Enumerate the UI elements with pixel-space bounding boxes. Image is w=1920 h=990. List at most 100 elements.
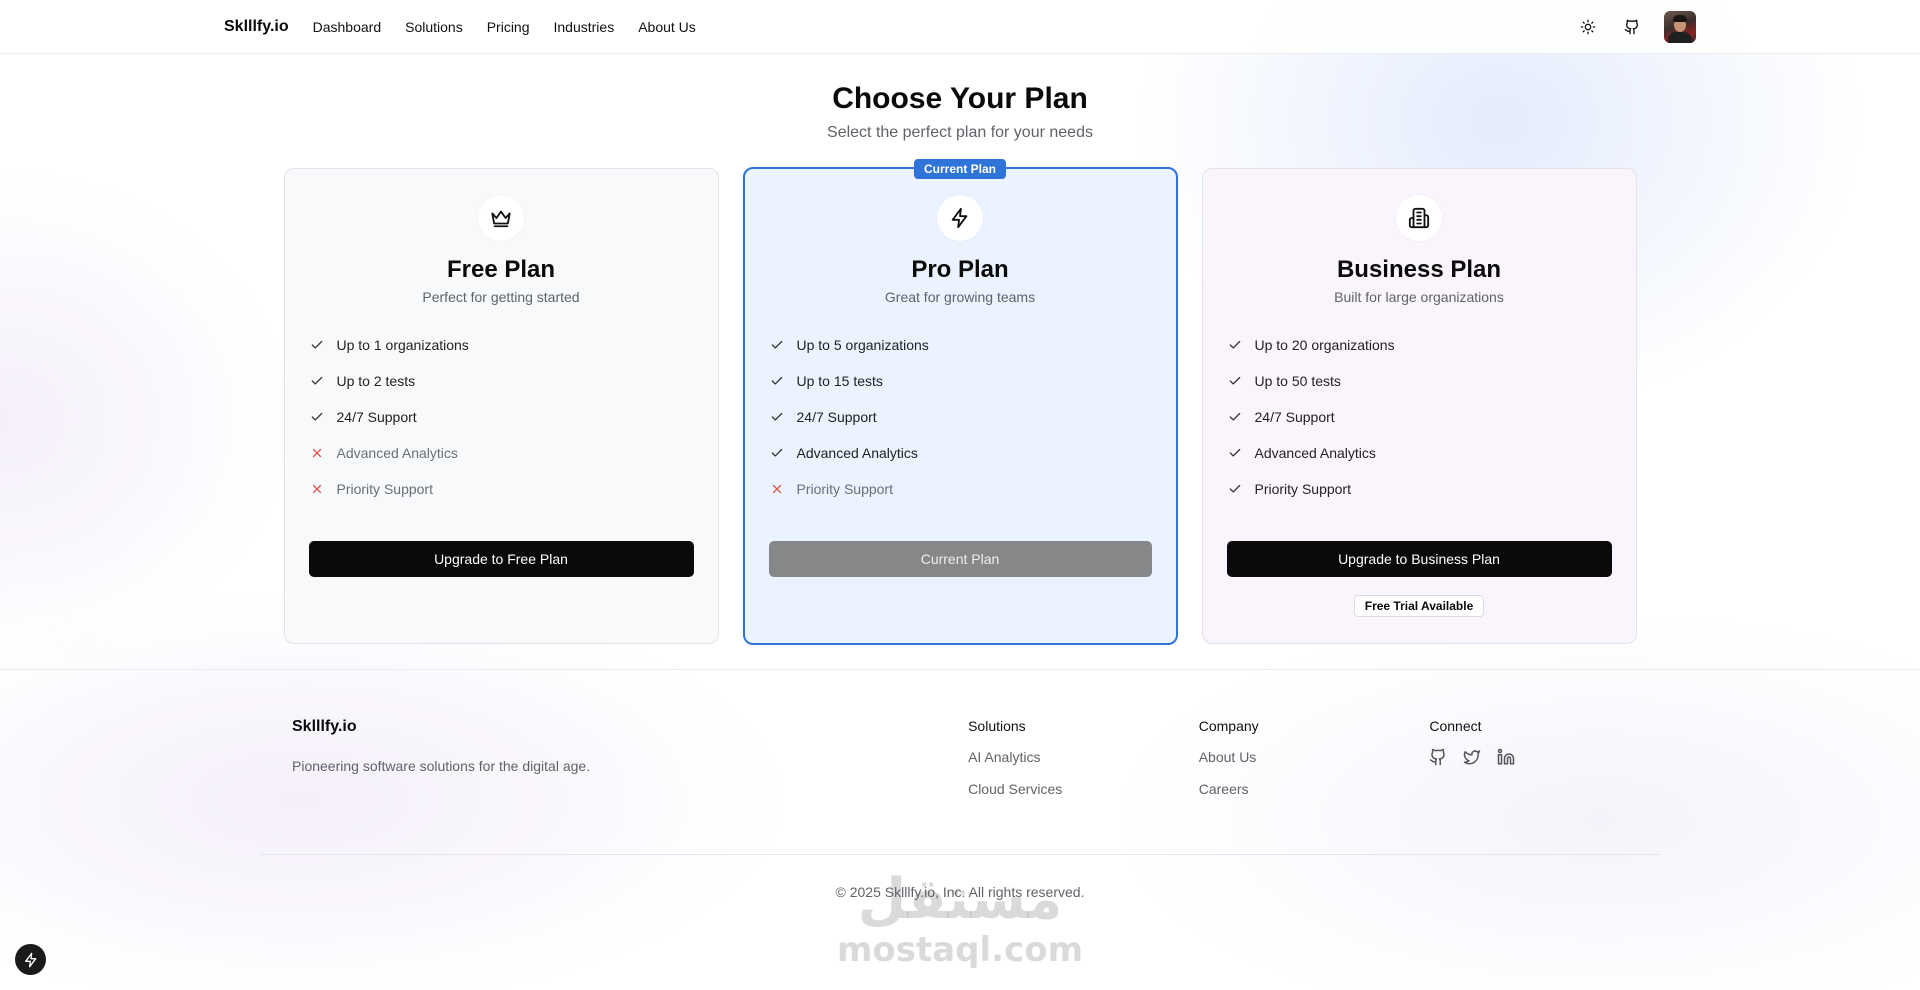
sun-icon[interactable] xyxy=(1576,15,1600,39)
lightning-fab-button[interactable] xyxy=(15,944,46,975)
page-subtitle: Select the perfect plan for your needs xyxy=(827,124,1093,141)
footer-link-cloud-services[interactable]: Cloud Services xyxy=(968,781,1199,797)
footer-columns: Sklllfy.io Pioneering software solutions… xyxy=(292,670,1660,797)
feature-label: Priority Support xyxy=(336,481,433,497)
plan-card-business: Business Plan Built for large organizati… xyxy=(1201,168,1637,644)
check-icon xyxy=(769,409,785,425)
footer-company-column: Company About Us Careers xyxy=(1199,718,1430,797)
top-navbar: Sklllfy.io Dashboard Solutions Pricing I… xyxy=(0,0,1920,54)
avatar[interactable] xyxy=(1664,10,1696,43)
feature-label: Up to 20 organizations xyxy=(1254,337,1395,353)
feature-list: Up to 1 organizations Up to 2 tests 24/7… xyxy=(309,327,694,507)
nav-right xyxy=(1576,10,1696,43)
plan-name: Business Plan xyxy=(1336,256,1502,283)
site-footer: Sklllfy.io Pioneering software solutions… xyxy=(0,669,1920,989)
github-icon[interactable] xyxy=(1620,15,1644,39)
feature-label: Up to 5 organizations xyxy=(796,337,929,353)
social-links xyxy=(1429,748,1660,771)
nav-left: Sklllfy.io Dashboard Solutions Pricing I… xyxy=(224,18,720,36)
check-icon xyxy=(1227,337,1243,353)
feature-list: Up to 5 organizations Up to 15 tests 24/… xyxy=(769,327,1152,507)
feature-label: Up to 50 tests xyxy=(1254,373,1341,389)
page-title: Choose Your Plan xyxy=(832,82,1088,115)
check-icon xyxy=(1227,445,1243,461)
plan-description: Great for growing teams xyxy=(884,289,1036,305)
nav-solutions[interactable]: Solutions xyxy=(405,19,463,35)
footer-company-heading: Company xyxy=(1198,718,1259,734)
footer-connect-column: Connect xyxy=(1429,718,1660,797)
footer-solutions-heading: Solutions xyxy=(968,718,1026,734)
feature-item: Up to 5 organizations xyxy=(769,327,1152,363)
plan-card-pro: Current Plan Pro Plan Great for growing … xyxy=(742,159,1178,645)
feature-item: Advanced Analytics xyxy=(1227,435,1612,471)
nav-about-us[interactable]: About Us xyxy=(638,19,696,35)
feature-item: Up to 50 tests xyxy=(1227,363,1612,399)
plan-name: Pro Plan xyxy=(911,256,1009,283)
feature-item: Advanced Analytics xyxy=(769,435,1152,471)
feature-label: Up to 15 tests xyxy=(796,373,883,389)
brand-logo[interactable]: Sklllfy.io xyxy=(224,18,289,36)
upgrade-business-button[interactable]: Upgrade to Business Plan xyxy=(1226,541,1612,577)
twitter-icon[interactable] xyxy=(1463,748,1481,771)
lightning-icon xyxy=(937,195,983,241)
footer-solutions-column: Solutions AI Analytics Cloud Services xyxy=(968,718,1199,797)
plan-card-free: Free Plan Perfect for getting started Up… xyxy=(283,168,719,644)
check-icon xyxy=(1227,481,1243,497)
feature-list: Up to 20 organizations Up to 50 tests 24… xyxy=(1227,327,1612,507)
plan-description: Perfect for getting started xyxy=(422,289,580,305)
watermark-arabic: مستقل xyxy=(857,867,1063,932)
footer-link-ai-analytics[interactable]: AI Analytics xyxy=(968,749,1199,765)
plan-description: Built for large organizations xyxy=(1334,289,1504,305)
feature-item: 24/7 Support xyxy=(1227,399,1612,435)
footer-brand: Sklllfy.io xyxy=(292,718,357,735)
current-plan-button: Current Plan xyxy=(768,541,1152,577)
footer-brand-column: Sklllfy.io Pioneering software solutions… xyxy=(292,718,968,797)
footer-link-about-us[interactable]: About Us xyxy=(1199,749,1430,765)
plan-name: Free Plan xyxy=(446,256,556,283)
feature-label: Up to 2 tests xyxy=(336,373,416,389)
plan-cards: Free Plan Perfect for getting started Up… xyxy=(0,159,1920,645)
copyright-text: © 2025 Sklllfy.io, Inc. All rights reser… xyxy=(835,884,1085,900)
check-icon xyxy=(309,373,325,389)
feature-item: 24/7 Support xyxy=(309,399,694,435)
github-icon[interactable] xyxy=(1429,748,1447,771)
nav-industries[interactable]: Industries xyxy=(554,19,615,35)
check-icon xyxy=(1227,409,1243,425)
feature-item: Priority Support xyxy=(769,471,1152,507)
feature-item: Up to 20 organizations xyxy=(1227,327,1612,363)
feature-item: Priority Support xyxy=(309,471,694,507)
feature-label: Advanced Analytics xyxy=(1254,445,1376,461)
feature-label: Up to 1 organizations xyxy=(336,337,469,353)
feature-label: 24/7 Support xyxy=(1254,409,1335,425)
check-icon xyxy=(769,373,785,389)
free-trial-badge: Free Trial Available xyxy=(1353,595,1485,617)
pricing-hero: Choose Your Plan Select the perfect plan… xyxy=(0,54,1920,142)
footer-divider xyxy=(260,854,1660,855)
feature-label: 24/7 Support xyxy=(796,409,877,425)
check-icon xyxy=(769,337,785,353)
check-icon xyxy=(1227,373,1243,389)
nav-dashboard[interactable]: Dashboard xyxy=(313,19,382,35)
feature-item: Up to 1 organizations xyxy=(309,327,694,363)
footer-connect-heading: Connect xyxy=(1429,718,1482,734)
feature-item: 24/7 Support xyxy=(769,399,1152,435)
x-icon xyxy=(769,481,785,497)
feature-label: Advanced Analytics xyxy=(796,445,918,461)
feature-label: Priority Support xyxy=(1254,481,1351,497)
feature-label: Priority Support xyxy=(796,481,893,497)
upgrade-free-button[interactable]: Upgrade to Free Plan xyxy=(308,541,694,577)
check-icon xyxy=(309,409,325,425)
watermark-latin: mostaql.com xyxy=(836,930,1084,970)
x-icon xyxy=(309,445,325,461)
linkedin-icon[interactable] xyxy=(1497,748,1515,771)
crown-icon xyxy=(478,195,524,241)
footer-tagline: Pioneering software solutions for the di… xyxy=(292,758,591,774)
footer-link-careers[interactable]: Careers xyxy=(1199,781,1430,797)
feature-item: Priority Support xyxy=(1227,471,1612,507)
nav-pricing[interactable]: Pricing xyxy=(487,19,530,35)
feature-item: Up to 15 tests xyxy=(769,363,1152,399)
current-plan-badge: Current Plan xyxy=(913,159,1007,179)
feature-item: Up to 2 tests xyxy=(309,363,694,399)
check-icon xyxy=(309,337,325,353)
feature-item: Advanced Analytics xyxy=(309,435,694,471)
